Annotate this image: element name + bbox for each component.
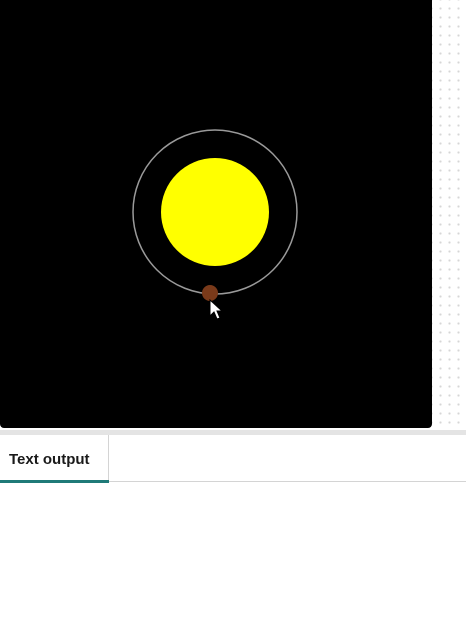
- planet: [202, 285, 218, 301]
- animation-canvas[interactable]: [0, 0, 432, 428]
- app-window: Text output: [0, 0, 466, 630]
- sun: [161, 158, 269, 266]
- tab-text-output[interactable]: Text output: [0, 435, 109, 483]
- output-tab-bar: Text output: [0, 435, 466, 483]
- mouse-pointer-icon: [209, 298, 224, 320]
- solar-system-drawing: [132, 129, 298, 320]
- text-output-panel: [0, 483, 466, 630]
- tab-text-output-label: Text output: [9, 451, 90, 468]
- side-panel-dot-grid: [432, 0, 466, 430]
